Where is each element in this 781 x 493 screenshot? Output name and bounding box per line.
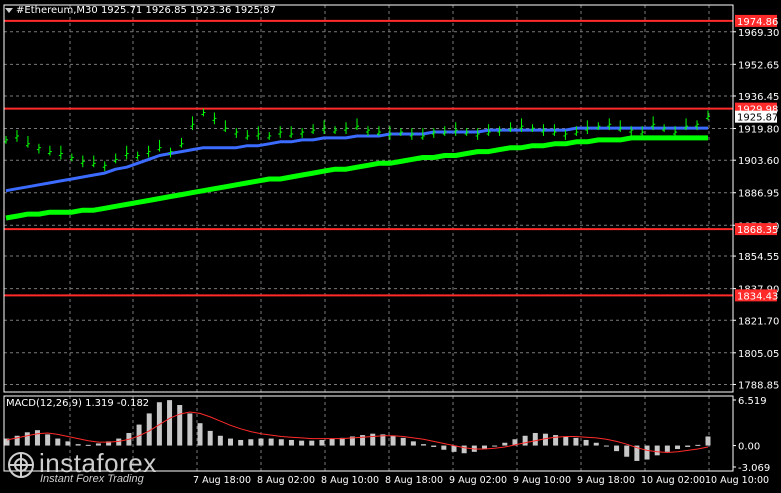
current-price-label: 1925.87 bbox=[737, 113, 778, 124]
macd-bar bbox=[603, 445, 609, 447]
macd-bar bbox=[197, 423, 203, 446]
macd-bar bbox=[695, 444, 701, 446]
macd-bar bbox=[573, 437, 579, 446]
time-label: 7 Aug 18:00 bbox=[193, 475, 251, 486]
symbol-header: #Ethereum,M30 1925.71 1926.85 1923.36 19… bbox=[16, 5, 276, 16]
macd-bar bbox=[563, 436, 569, 446]
price-tick-label: 1788.85 bbox=[738, 380, 779, 391]
macd-bar bbox=[116, 438, 122, 446]
macd-bar bbox=[461, 445, 467, 454]
macd-bar bbox=[664, 445, 670, 452]
macd-bar bbox=[207, 430, 213, 446]
macd-bar bbox=[167, 400, 173, 446]
macd-bar bbox=[410, 441, 416, 446]
macd-header: MACD(12,26,9) 1.319 -0.182 bbox=[6, 398, 149, 409]
macd-bar bbox=[705, 436, 711, 446]
macd-bar bbox=[309, 440, 315, 446]
macd-tick-label: 0.00 bbox=[738, 442, 760, 453]
macd-tick-label: -3.069 bbox=[738, 463, 770, 474]
macd-bar bbox=[492, 445, 498, 447]
price-tick-label: 1936.45 bbox=[738, 92, 779, 103]
macd-bar bbox=[95, 443, 101, 446]
macd-bar bbox=[532, 432, 538, 446]
macd-bar bbox=[75, 444, 81, 446]
macd-bar bbox=[441, 445, 447, 450]
macd-bar bbox=[583, 439, 589, 446]
level-tag-label: 1834.43 bbox=[737, 291, 778, 302]
macd-bar bbox=[299, 440, 305, 446]
price-tick-label: 1903.60 bbox=[738, 156, 779, 167]
chart-canvas[interactable]: 1969.30 1952.65 1936.45 1919.80 1903.60 1886.… bbox=[0, 0, 781, 489]
watermark-tagline: Instant Forex Trading bbox=[40, 473, 144, 485]
level-tag-label: 1974.86 bbox=[737, 17, 778, 28]
macd-bar bbox=[85, 444, 91, 446]
macd-bar bbox=[654, 445, 660, 456]
macd-bar bbox=[451, 445, 457, 452]
macd-bar bbox=[319, 439, 325, 446]
price-tick-label: 1821.70 bbox=[738, 316, 779, 327]
price-tick-label: 1805.05 bbox=[738, 349, 779, 360]
time-label: 9 Aug 02:00 bbox=[449, 475, 507, 486]
macd-bar bbox=[248, 439, 254, 446]
time-label: 9 Aug 18:00 bbox=[577, 475, 635, 486]
macd-bar bbox=[431, 445, 437, 447]
macd-bar bbox=[217, 435, 223, 446]
macd-bar bbox=[55, 438, 61, 446]
instaforex-watermark: instaforex Instant Forex Trading bbox=[6, 448, 196, 488]
macd-bar bbox=[258, 438, 264, 446]
macd-bar bbox=[675, 445, 681, 450]
macd-bar bbox=[288, 439, 294, 446]
instaforex-logo-icon bbox=[8, 452, 34, 478]
time-label: 8 Aug 18:00 bbox=[385, 475, 443, 486]
macd-tick-label: 6.519 bbox=[738, 396, 767, 407]
time-label: 8 Aug 10:00 bbox=[321, 475, 379, 486]
macd-bar bbox=[614, 445, 620, 452]
macd-bar bbox=[685, 445, 691, 447]
macd-bar bbox=[278, 439, 284, 446]
macd-bar bbox=[370, 433, 376, 446]
price-tick-label: 1919.80 bbox=[738, 125, 779, 136]
macd-bar bbox=[268, 438, 274, 446]
level-tag-label: 1868.35 bbox=[737, 225, 778, 236]
macd-bar bbox=[400, 437, 406, 446]
macd-bar bbox=[390, 435, 396, 446]
macd-bar bbox=[624, 445, 630, 457]
macd-bar bbox=[329, 438, 335, 446]
time-label: 10 Aug 02:00 bbox=[641, 475, 705, 486]
price-tick-label: 1969.30 bbox=[738, 28, 779, 39]
macd-bar bbox=[542, 433, 548, 446]
macd-bar bbox=[502, 442, 508, 446]
time-label: 10 Aug 10:00 bbox=[705, 475, 769, 486]
macd-bar bbox=[24, 432, 30, 446]
macd-bar bbox=[187, 413, 193, 446]
time-label: 8 Aug 02:00 bbox=[257, 475, 315, 486]
price-tick-label: 1886.95 bbox=[738, 189, 779, 200]
macd-bar bbox=[45, 434, 51, 446]
macd-bar bbox=[421, 444, 427, 446]
macd-bar bbox=[238, 439, 244, 446]
macd-bar bbox=[65, 441, 71, 446]
macd-bar bbox=[34, 430, 40, 446]
macd-bar bbox=[228, 438, 234, 446]
trading-chart[interactable]: 1969.30 1952.65 1936.45 1919.80 1903.60 1886.… bbox=[0, 0, 781, 489]
price-tick-label: 1854.55 bbox=[738, 252, 779, 263]
time-label: 9 Aug 10:00 bbox=[513, 475, 571, 486]
macd-bar bbox=[644, 445, 650, 460]
macd-bar bbox=[593, 442, 599, 446]
macd-bar bbox=[522, 435, 528, 446]
macd-bar bbox=[177, 405, 183, 446]
price-tick-label: 1952.65 bbox=[738, 60, 779, 71]
